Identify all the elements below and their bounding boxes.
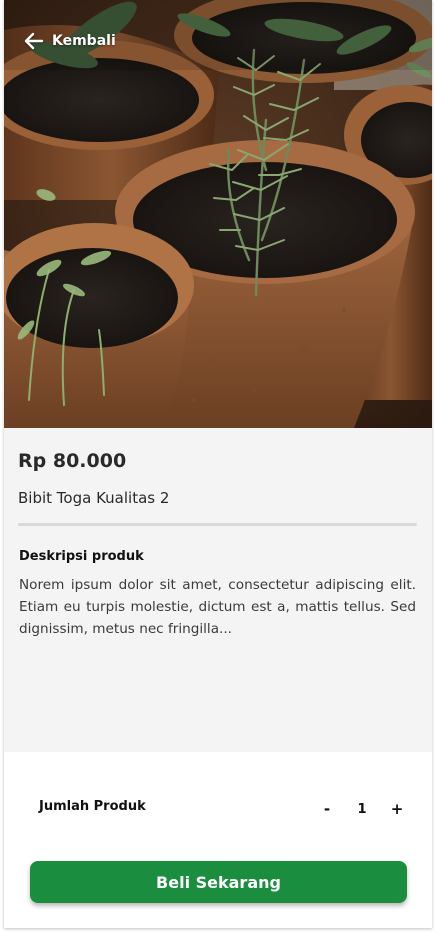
decrement-button[interactable]: - (317, 800, 337, 818)
arrow-left-icon (24, 32, 44, 50)
purchase-panel: Jumlah Produk - 1 + Beli Sekarang (4, 752, 432, 928)
plant-pots-photo (4, 0, 432, 428)
product-image: Kembali (4, 0, 432, 428)
product-info: Rp 80.000 Bibit Toga Kualitas 2 Deskrips… (4, 428, 432, 752)
product-name: Bibit Toga Kualitas 2 (18, 489, 170, 507)
product-detail-screen: Kembali Rp 80.000 Bibit Toga Kualitas 2 … (4, 0, 432, 928)
quantity-label: Jumlah Produk (39, 799, 146, 814)
quantity-value: 1 (357, 801, 367, 817)
back-button[interactable]: Kembali (24, 30, 116, 52)
product-price: Rp 80.000 (18, 450, 127, 472)
quantity-stepper: - 1 + (317, 799, 407, 819)
buy-now-button[interactable]: Beli Sekarang (30, 861, 407, 903)
back-label: Kembali (52, 33, 116, 49)
increment-button[interactable]: + (387, 800, 407, 818)
description-title: Deskripsi produk (19, 549, 144, 564)
divider (18, 523, 417, 526)
description-text: Norem ipsum dolor sit amet, consectetur … (19, 577, 416, 637)
